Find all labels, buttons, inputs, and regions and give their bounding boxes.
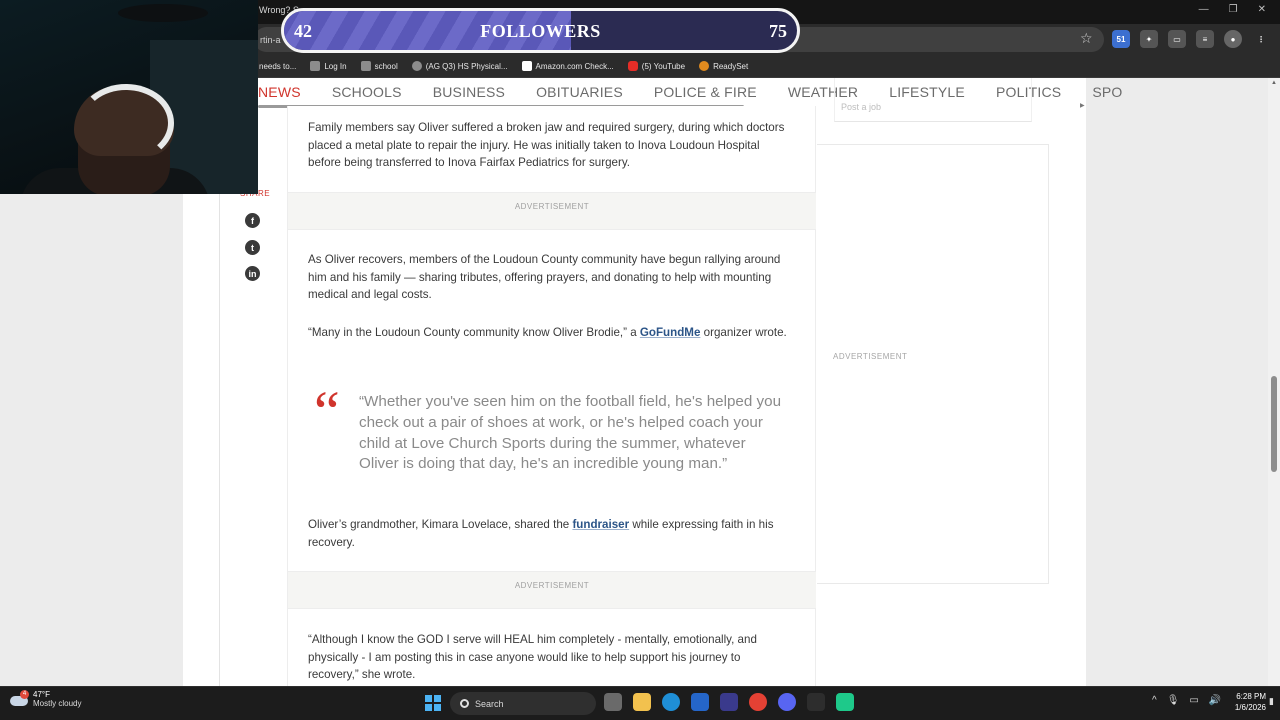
nav-item-news[interactable]: NEWS xyxy=(258,84,301,100)
headset-icon xyxy=(78,84,174,162)
article-paragraph: “Many in the Loudoun County community kn… xyxy=(308,326,787,339)
bookmark-item[interactable]: needs to... xyxy=(259,62,296,71)
streaming-app-icon[interactable] xyxy=(836,693,854,711)
bookmark-item[interactable]: Log In xyxy=(310,61,347,71)
ceiling-fan xyxy=(118,4,208,22)
scrollbar-thumb[interactable] xyxy=(1271,376,1277,472)
gofundme-link[interactable]: GoFundMe xyxy=(640,326,701,339)
minimize-icon[interactable]: — xyxy=(1199,4,1209,15)
article-paragraph: Oliver’s grandmother, Kimara Lovelace, s… xyxy=(308,518,774,549)
bookmark-icon xyxy=(310,61,321,71)
store-icon[interactable] xyxy=(720,693,738,711)
nav-item-business[interactable]: BUSINESS xyxy=(433,84,505,100)
nav-item-schools[interactable]: SCHOOLS xyxy=(332,84,402,100)
clock-time: 6:28 PM xyxy=(1236,692,1266,701)
weather-condition: Mostly cloudy xyxy=(33,699,82,708)
start-button[interactable] xyxy=(425,695,441,711)
cloud-icon: 4 xyxy=(10,690,29,706)
quote-mark-icon: “ xyxy=(314,379,340,444)
scroll-up-icon[interactable]: ▲ xyxy=(1271,80,1277,86)
sidebar-ad-label: ADVERTISEMENT xyxy=(833,352,908,361)
cast-icon[interactable]: ▭ xyxy=(1168,30,1186,48)
notification-icon[interactable]: ▮ xyxy=(1269,696,1276,710)
reading-list-icon[interactable]: ≡ xyxy=(1196,30,1214,48)
sidebar-ad-slot xyxy=(817,144,1049,584)
article-paragraph: “Although I know the GOD I serve will HE… xyxy=(308,633,757,681)
file-explorer-icon[interactable] xyxy=(633,693,651,711)
bookmark-item[interactable]: Amazon.com Check... xyxy=(521,61,614,71)
nav-item-sports[interactable]: SPO xyxy=(1092,84,1122,100)
menu-icon[interactable]: ⋮ xyxy=(1252,30,1270,48)
microphone-icon[interactable]: 🎙 xyxy=(1167,695,1180,706)
volume-icon[interactable]: 🔊 xyxy=(1209,695,1221,706)
globe-icon xyxy=(411,61,422,71)
address-text[interactable]: rtin-a xyxy=(260,35,281,45)
nav-scroll-right-icon[interactable]: ▶ xyxy=(1080,102,1085,109)
bookmark-star-icon[interactable]: ☆ xyxy=(1080,30,1093,47)
page-scrollbar[interactable]: ▲ xyxy=(1268,78,1280,686)
amazon-icon xyxy=(521,61,532,71)
ad-label: ADVERTISEMENT xyxy=(514,581,590,590)
bookmark-item[interactable]: ReadySet xyxy=(699,61,748,71)
weather-badge: 4 xyxy=(20,690,29,699)
taskbar: 4 47°F Mostly cloudy Search ^ 🎙 ▭ 🔊 6:28… xyxy=(0,686,1280,720)
window-controls: — ❐ ✕ xyxy=(1199,4,1266,15)
system-tray: ^ 🎙 ▭ 🔊 xyxy=(1152,695,1221,706)
clock[interactable]: 6:28 PM 1/6/2026 xyxy=(1230,691,1266,713)
bookmark-icon xyxy=(360,61,371,71)
search-placeholder: Search xyxy=(475,698,504,709)
nav-item-obituaries[interactable]: OBITUARIES xyxy=(536,84,623,100)
sidebar-text[interactable]: Post a job xyxy=(841,102,881,112)
webcam-overlay xyxy=(0,0,258,194)
profile-avatar-icon[interactable]: ● xyxy=(1224,30,1242,48)
task-view-icon[interactable] xyxy=(604,693,622,711)
ad-slot: ADVERTISEMENT xyxy=(288,192,816,230)
close-icon[interactable]: ✕ xyxy=(1258,4,1266,15)
discord-icon[interactable] xyxy=(778,693,796,711)
readyset-icon xyxy=(699,61,710,71)
sidebar-box: Post a job xyxy=(834,78,1032,122)
followers-goal-bar: 42 FOLLOWERS 75 xyxy=(281,8,800,53)
pinned-apps xyxy=(604,693,854,711)
fundraiser-link[interactable]: fundraiser xyxy=(572,518,629,531)
extension-icon[interactable]: 51 xyxy=(1112,30,1130,48)
outlook-icon[interactable] xyxy=(691,693,709,711)
game-controller-icon[interactable] xyxy=(807,693,825,711)
article-paragraph: Family members say Oliver suffered a bro… xyxy=(308,121,785,169)
maximize-icon[interactable]: ❐ xyxy=(1229,4,1238,15)
clock-date: 1/6/2026 xyxy=(1234,703,1266,712)
chrome-icon[interactable] xyxy=(749,693,767,711)
taskbar-search[interactable]: Search xyxy=(450,692,596,715)
article-paragraph: As Oliver recovers, members of the Loudo… xyxy=(308,253,781,301)
ad-label: ADVERTISEMENT xyxy=(514,202,590,211)
weather-temperature: 47°F xyxy=(33,690,50,699)
chevron-up-icon[interactable]: ^ xyxy=(1152,695,1157,706)
toolbar-icons: 51 ✦ ▭ ≡ ● ⋮ xyxy=(1112,30,1270,48)
display-icon[interactable]: ▭ xyxy=(1189,695,1198,706)
pull-quote: “Whether you've seen him on the football… xyxy=(359,393,782,473)
search-icon xyxy=(460,699,469,708)
facebook-icon[interactable]: f xyxy=(245,213,260,228)
followers-goal: 75 xyxy=(769,21,787,41)
weather-widget[interactable]: 4 47°F Mostly cloudy xyxy=(10,690,81,708)
linkedin-icon[interactable]: in xyxy=(245,266,260,281)
twitter-icon[interactable]: t xyxy=(245,240,260,255)
edge-icon[interactable] xyxy=(662,693,680,711)
nav-item-police-fire[interactable]: POLICE & FIRE xyxy=(654,84,757,100)
youtube-icon xyxy=(627,61,638,71)
bookmark-item[interactable]: (5) YouTube xyxy=(627,61,685,71)
bookmark-item[interactable]: school xyxy=(360,61,398,71)
followers-label: FOLLOWERS xyxy=(480,21,601,41)
puzzle-icon[interactable]: ✦ xyxy=(1140,30,1158,48)
bookmark-item[interactable]: (AG Q3) HS Physical... xyxy=(411,61,508,71)
ad-slot: ADVERTISEMENT xyxy=(288,571,816,609)
